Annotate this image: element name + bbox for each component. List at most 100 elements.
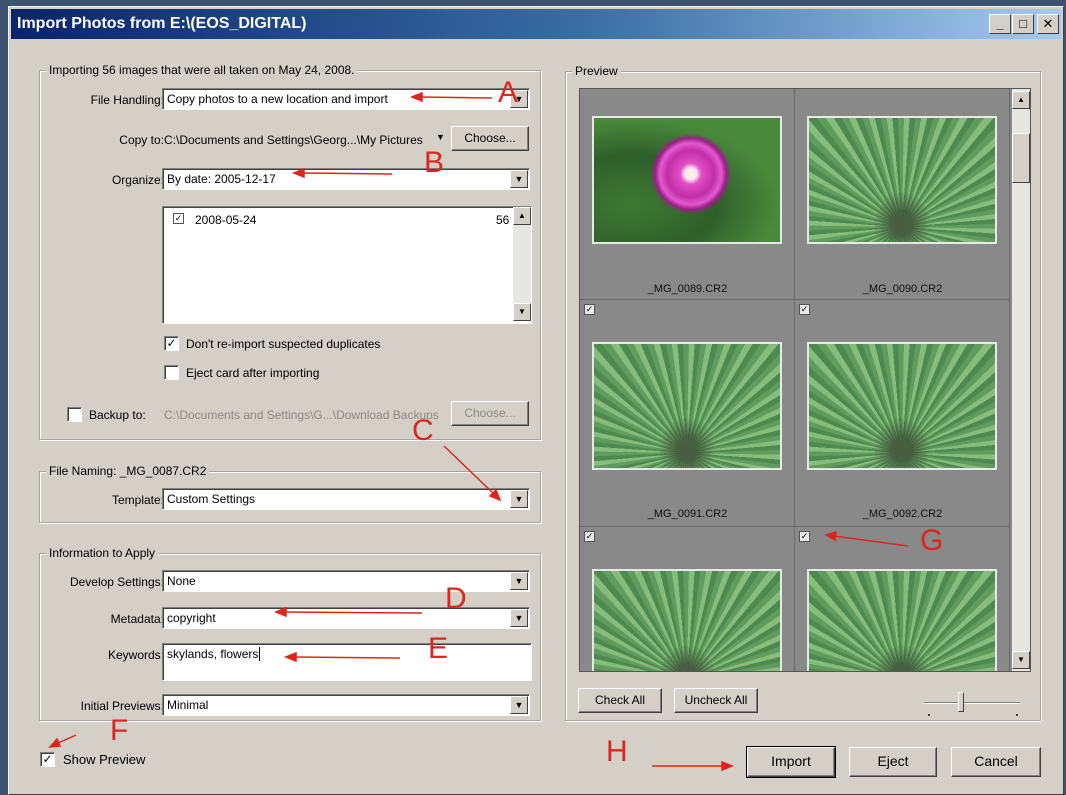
thumbnail-filename: _MG_0089.CR2 [647,283,728,295]
folder-list[interactable]: ✓ 2008-05-24 56 ▲ ▼ [162,206,532,324]
backup-label: Backup to: [89,408,146,422]
thumbnail-checkbox[interactable]: ✓ [584,531,595,542]
metadata-value: copyright [167,611,216,625]
text-cursor [259,647,261,661]
close-button[interactable]: ✕ [1037,14,1059,34]
template-value: Custom Settings [167,492,256,506]
annotation-c: C [412,414,434,447]
thumbnail-filename: _MG_0091.CR2 [647,508,728,520]
thumbnail-image[interactable] [807,342,997,470]
window-title: Import Photos from E:\(EOS_DIGITAL) [17,15,307,32]
thumbnail-cell[interactable]: _MG_0090.CR2 [795,89,1010,300]
folder-count: 56 [496,213,510,227]
template-select[interactable]: Custom Settings ▼ [162,488,530,510]
keywords-input[interactable]: skylands, flowers [162,643,532,681]
thumbnail-cell[interactable]: ✓ [580,527,795,671]
uncheck-all-button[interactable]: Uncheck All [674,688,758,713]
dont-reimport-label: Don't re-import suspected duplicates [186,337,381,351]
maximize-button[interactable]: □ [1012,14,1034,34]
thumbnail-checkbox[interactable]: ✓ [799,304,810,315]
thumbnail-size-slider[interactable] [924,702,1020,704]
show-preview-label: Show Preview [63,752,146,767]
import-summary-legend: Importing 56 images that were all taken … [46,63,358,77]
chevron-down-icon: ▼ [510,490,528,508]
thumbnail-image[interactable] [592,569,782,671]
annotation-h: H [606,735,628,768]
preview-group: Preview _MG_0089.CR2 _MG_0090.CR2 ✓ _MG_… [565,64,1041,721]
chevron-down-icon: ▼ [510,696,528,714]
file-handling-select[interactable]: Copy photos to a new location and import… [162,88,530,110]
information-to-apply-group: Information to Apply Develop Settings: N… [39,546,541,721]
check-all-button[interactable]: Check All [578,688,662,713]
fern-photo [809,118,995,242]
annotation-d: D [445,582,467,615]
file-handling-label: File Handling: [90,93,164,107]
thumbnail-cell[interactable]: ✓ _MG_0092.CR2 [795,300,1010,527]
cancel-button[interactable]: Cancel [951,747,1041,777]
thumbnail-cell[interactable]: _MG_0089.CR2 [580,89,795,300]
eject-card-label: Eject card after importing [186,366,320,380]
thumbnail-image[interactable] [807,116,997,244]
metadata-select[interactable]: copyright ▼ [162,607,530,629]
fern-photo [809,571,995,671]
preview-scrollbar[interactable]: ▲ ▼ [1012,89,1030,671]
template-label: Template: [111,493,164,507]
annotation-a: A [498,76,519,109]
thumbnail-filename: _MG_0092.CR2 [862,508,943,520]
import-button[interactable]: Import [746,746,836,778]
annotation-b: B [424,146,445,179]
backup-checkbox[interactable] [67,407,82,422]
thumbnail-cell[interactable]: ✓ _MG_0091.CR2 [580,300,795,527]
chevron-down-icon: ▼ [510,170,528,188]
flower-photo [594,118,780,242]
preview-legend: Preview [572,64,621,78]
import-settings-group: Importing 56 images that were all taken … [39,63,541,440]
scroll-up-icon[interactable]: ▲ [513,207,531,225]
fern-photo [594,571,780,671]
eject-card-checkbox[interactable] [164,365,179,380]
copy-to-path[interactable]: C:\Documents and Settings\Georg...\My Pi… [164,133,423,147]
thumbnail-image[interactable] [592,116,782,244]
scroll-down-icon[interactable]: ▼ [1012,651,1030,669]
thumbnail-image[interactable] [807,569,997,671]
folder-checkbox[interactable]: ✓ [173,213,184,224]
show-preview-checkbox[interactable]: ✓ [40,752,55,767]
thumbnail-cell[interactable]: ✓ [795,527,1010,671]
organize-label: Organize: [111,173,164,187]
folder-list-scrollbar[interactable]: ▲ ▼ [513,207,531,321]
organize-select[interactable]: By date: 2005-12-17 ▼ [162,168,530,190]
thumbnail-checkbox[interactable]: ✓ [799,531,810,542]
copy-to-label: Copy to: [119,133,164,147]
backup-choose-button[interactable]: Choose... [451,401,529,426]
dont-reimport-checkbox[interactable]: ✓ [164,336,179,351]
thumbnail-grid[interactable]: _MG_0089.CR2 _MG_0090.CR2 ✓ _MG_0091.CR2… [579,88,1031,672]
fern-photo [594,344,780,468]
file-naming-legend: File Naming: _MG_0087.CR2 [46,464,210,478]
copy-to-choose-button[interactable]: Choose... [451,126,529,151]
annotation-e: E [428,632,449,665]
file-handling-value: Copy photos to a new location and import [167,92,388,106]
eject-button[interactable]: Eject [849,747,937,777]
fern-photo [809,344,995,468]
initial-previews-select[interactable]: Minimal ▼ [162,694,530,716]
initial-previews-label: Initial Previews: [80,699,164,713]
slider-tick [1016,714,1018,716]
scroll-up-icon[interactable]: ▲ [1012,91,1030,109]
minimize-button[interactable]: _ [989,14,1011,34]
scroll-thumb[interactable] [1012,133,1030,183]
chevron-down-icon: ▼ [510,609,528,627]
annotation-g: G [920,524,944,557]
title-bar[interactable]: Import Photos from E:\(EOS_DIGITAL) _ □ … [11,9,1061,39]
develop-settings-select[interactable]: None ▼ [162,570,530,592]
copy-to-menu-icon[interactable]: ▼ [436,132,445,142]
chevron-down-icon: ▼ [510,572,528,590]
thumbnail-checkbox[interactable]: ✓ [584,304,595,315]
keywords-label: Keywords: [107,648,164,662]
backup-path: C:\Documents and Settings\G...\Download … [164,408,439,422]
develop-settings-value: None [167,574,196,588]
slider-tick [928,714,930,716]
scroll-down-icon[interactable]: ▼ [513,303,531,321]
thumbnail-image[interactable] [592,342,782,470]
slider-handle[interactable] [958,692,964,712]
thumbnail-filename: _MG_0090.CR2 [862,283,943,295]
